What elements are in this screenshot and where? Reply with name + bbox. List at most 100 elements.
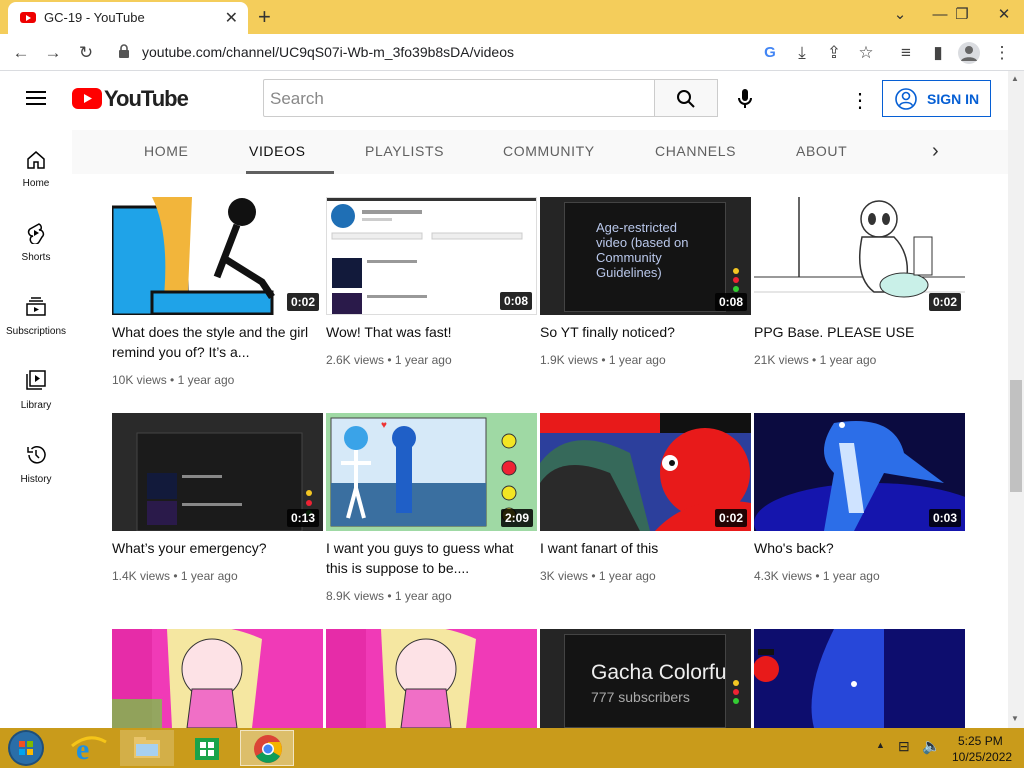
install-app-icon[interactable]: ⤓ bbox=[790, 41, 814, 65]
video-thumbnail[interactable]: 0:02 bbox=[112, 197, 323, 315]
chrome-taskbar-icon[interactable] bbox=[240, 730, 294, 766]
clock-date[interactable]: 10/25/2022 bbox=[952, 750, 1012, 764]
sidebar-item-history[interactable]: History bbox=[0, 436, 72, 506]
url-text[interactable]: youtube.com/channel/UC9qS07i-Wb-m_3fo39b… bbox=[142, 44, 514, 60]
svg-text:♥: ♥ bbox=[381, 420, 387, 431]
video-meta: 4.3K views • 1 year ago bbox=[754, 569, 880, 583]
video-title[interactable]: Wow! That was fast! bbox=[326, 322, 526, 342]
tab-channels[interactable]: CHANNELS bbox=[655, 143, 736, 159]
reload-icon[interactable]: ↻ bbox=[74, 41, 98, 65]
internet-explorer-icon[interactable]: e bbox=[62, 730, 116, 766]
video-duration: 2:09 bbox=[500, 509, 533, 527]
sidebar-item-home[interactable]: Home bbox=[0, 140, 72, 210]
video-views: 8.9K views bbox=[326, 589, 385, 603]
start-button-icon[interactable] bbox=[8, 730, 44, 766]
video-thumbnail[interactable]: 0:02 bbox=[540, 413, 751, 531]
video-age: 1 year ago bbox=[394, 589, 452, 603]
video-thumbnail[interactable] bbox=[754, 629, 965, 728]
restore-button[interactable]: ❐ bbox=[942, 2, 982, 28]
video-meta: 8.9K views • 1 year ago bbox=[326, 589, 452, 603]
back-icon[interactable]: ← bbox=[9, 41, 33, 65]
video-meta: 1.9K views • 1 year ago bbox=[540, 353, 666, 367]
video-thumbnail[interactable] bbox=[112, 629, 323, 728]
video-title[interactable]: I want you guys to guess what this is su… bbox=[326, 538, 526, 578]
video-meta: 2.6K views • 1 year ago bbox=[326, 353, 452, 367]
voice-search-icon[interactable] bbox=[736, 88, 754, 110]
forward-icon[interactable]: → bbox=[41, 41, 65, 65]
volume-icon[interactable]: 🔈 bbox=[922, 737, 941, 755]
video-duration: 0:02 bbox=[286, 293, 319, 311]
video-thumbnail[interactable] bbox=[326, 629, 537, 728]
video-age: 1 year ago bbox=[608, 353, 666, 367]
video-views: 3K views bbox=[540, 569, 589, 583]
video-title[interactable]: What’s your emergency? bbox=[112, 538, 312, 558]
video-views: 1.4K views bbox=[112, 569, 171, 583]
sidebar-item-label: Library bbox=[20, 400, 52, 411]
clock-time[interactable]: 5:25 PM bbox=[958, 734, 1003, 748]
file-explorer-icon[interactable] bbox=[120, 730, 174, 766]
browser-tab[interactable]: GC-19 - YouTube ✕ bbox=[8, 2, 248, 34]
video-title[interactable]: PPG Base. PLEASE USE bbox=[754, 322, 954, 342]
tabs-next-chevron-icon[interactable]: › bbox=[932, 140, 939, 163]
scrollbar-thumb[interactable] bbox=[1010, 380, 1022, 492]
video-age: 1 year ago bbox=[822, 569, 880, 583]
subscriber-count-overlay: 777 subscribers bbox=[591, 689, 690, 705]
tab-about[interactable]: ABOUT bbox=[796, 143, 847, 159]
side-panel-icon[interactable]: ▮ bbox=[926, 41, 950, 65]
scroll-up-arrow-icon[interactable]: ▲ bbox=[1011, 74, 1019, 83]
lock-icon[interactable] bbox=[118, 44, 130, 58]
video-views: 21K views bbox=[754, 353, 809, 367]
video-meta: 3K views • 1 year ago bbox=[540, 569, 656, 583]
video-duration: 0:02 bbox=[928, 293, 961, 311]
video-title[interactable]: Who's back? bbox=[754, 538, 954, 558]
age-restricted-notice: Age-restricted video (based on Community… bbox=[596, 220, 689, 280]
close-window-button[interactable]: ✕ bbox=[984, 2, 1024, 28]
tab-videos[interactable]: VIDEOS bbox=[249, 143, 306, 159]
video-thumbnail[interactable]: 0:02 bbox=[754, 197, 965, 315]
sign-in-button[interactable]: SIGN IN bbox=[882, 80, 991, 117]
tab-playlists[interactable]: PLAYLISTS bbox=[365, 143, 444, 159]
windows-store-icon[interactable] bbox=[180, 730, 234, 766]
youtube-logo-text[interactable]: YouTube bbox=[104, 86, 189, 112]
network-icon[interactable]: ⊟ bbox=[898, 738, 910, 755]
sidebar-item-label: History bbox=[20, 474, 52, 485]
video-thumbnail[interactable]: 0:03 bbox=[754, 413, 965, 531]
sidebar-item-shorts[interactable]: Shorts bbox=[0, 214, 72, 284]
new-tab-button[interactable]: + bbox=[258, 4, 271, 30]
settings-menu-icon[interactable]: ⋮ bbox=[850, 88, 870, 113]
scroll-down-arrow-icon[interactable]: ▼ bbox=[1011, 714, 1019, 723]
video-title[interactable]: I want fanart of this bbox=[540, 538, 740, 558]
hamburger-menu-icon[interactable] bbox=[26, 90, 46, 106]
profile-avatar-icon[interactable] bbox=[958, 42, 980, 64]
search-input[interactable]: Search bbox=[263, 79, 655, 117]
media-control-icon[interactable]: ≡ bbox=[894, 41, 918, 65]
tab-home[interactable]: HOME bbox=[144, 143, 188, 159]
video-duration: 0:02 bbox=[714, 509, 747, 527]
bookmark-star-icon[interactable]: ☆ bbox=[854, 41, 878, 65]
video-views: 10K views bbox=[112, 373, 167, 387]
video-views: 1.9K views bbox=[540, 353, 599, 367]
video-thumbnail[interactable]: 0:08 bbox=[326, 197, 537, 315]
sidebar-item-library[interactable]: Library bbox=[0, 362, 72, 432]
sidebar-item-label: Home bbox=[22, 178, 50, 189]
show-hidden-icons-icon[interactable]: ▲ bbox=[876, 740, 885, 750]
video-title[interactable]: What does the style and the girl remind … bbox=[112, 322, 312, 362]
google-icon[interactable]: G bbox=[758, 41, 782, 65]
video-duration: 0:08 bbox=[499, 292, 532, 310]
tab-search-chevron-icon[interactable]: ⌄ bbox=[880, 2, 920, 28]
video-thumbnail[interactable]: Age-restricted video (based on Community… bbox=[540, 197, 751, 315]
shorts-icon bbox=[27, 223, 45, 244]
video-thumbnail[interactable]: 0:13 bbox=[112, 413, 323, 531]
share-icon[interactable]: ⇪ bbox=[822, 41, 846, 65]
tab-close-icon[interactable]: ✕ bbox=[225, 8, 238, 28]
video-thumbnail[interactable]: Gacha Colorfu 777 subscribers bbox=[540, 629, 751, 728]
youtube-logo-icon[interactable] bbox=[72, 88, 102, 109]
video-views: 2.6K views bbox=[326, 353, 385, 367]
search-button[interactable] bbox=[654, 79, 718, 117]
video-title[interactable]: So YT finally noticed? bbox=[540, 322, 740, 342]
video-thumbnail[interactable]: ♥ 2:09 bbox=[326, 413, 537, 531]
sidebar-item-subscriptions[interactable]: Subscriptions bbox=[0, 288, 72, 358]
browser-menu-icon[interactable]: ⋮ bbox=[990, 41, 1014, 65]
video-age: 1 year ago bbox=[598, 569, 656, 583]
tab-community[interactable]: COMMUNITY bbox=[503, 143, 595, 159]
